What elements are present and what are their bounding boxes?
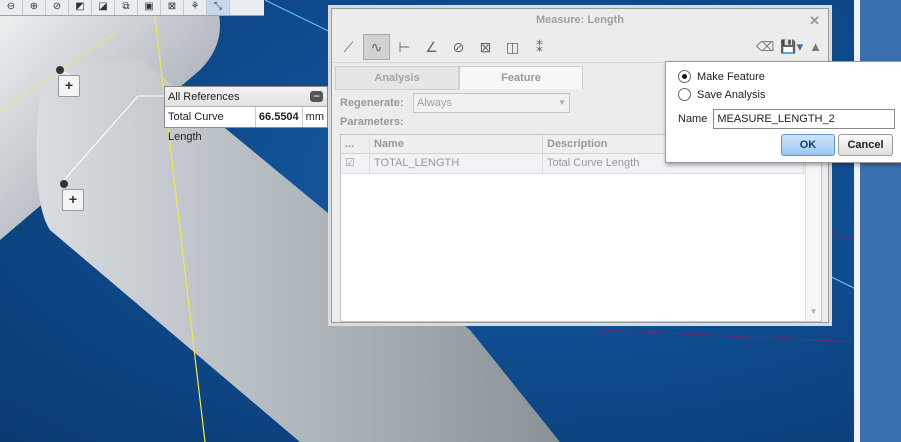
eraser-icon[interactable]: ⌫ bbox=[756, 39, 774, 55]
camera-icon[interactable]: ▣ bbox=[138, 0, 161, 15]
distance-icon[interactable]: ⊢ bbox=[392, 35, 417, 59]
volume-icon[interactable]: ◫ bbox=[500, 35, 525, 59]
references-title: All References bbox=[168, 90, 240, 103]
save-analysis-label: Save Analysis bbox=[697, 88, 766, 101]
close-icon[interactable]: ✕ bbox=[809, 9, 820, 32]
all-references-panel: All References − Total Curve Length 66.5… bbox=[164, 86, 328, 143]
reference-label: Total Curve Length bbox=[165, 107, 256, 143]
angle-icon[interactable]: ∠ bbox=[419, 35, 444, 59]
row-checkbox[interactable]: ☑ bbox=[341, 154, 370, 173]
saved-views-icon[interactable]: ⧉ bbox=[115, 0, 138, 15]
scroll-down-icon[interactable]: ▼ bbox=[806, 307, 821, 321]
parameter-name: TOTAL_LENGTH bbox=[370, 154, 543, 173]
column-header[interactable]: ... bbox=[341, 135, 370, 153]
reference-unit: mm bbox=[305, 111, 324, 123]
make-feature-label: Make Feature bbox=[697, 70, 765, 83]
collapse-dialog-icon[interactable]: ▲ bbox=[809, 39, 822, 55]
collapse-icon[interactable]: − bbox=[310, 90, 323, 102]
curve-length-icon[interactable]: ∿ bbox=[363, 34, 390, 60]
save-popup: Make Feature Save Analysis Name MEASURE_… bbox=[665, 61, 901, 163]
save-analysis-radio[interactable] bbox=[678, 88, 691, 101]
tab-analysis[interactable]: Analysis bbox=[335, 66, 459, 90]
datum-display-icon[interactable]: ⊠ bbox=[161, 0, 184, 15]
zoom-in-icon[interactable]: ⊕ bbox=[23, 0, 46, 15]
regenerate-select[interactable]: Always bbox=[413, 93, 570, 113]
view-orient-icon[interactable]: ◪ bbox=[92, 0, 115, 15]
length-icon[interactable]: ⟋ bbox=[336, 35, 361, 59]
reference-point[interactable] bbox=[60, 180, 68, 188]
make-feature-radio[interactable] bbox=[678, 70, 691, 83]
parameters-label: Parameters: bbox=[340, 116, 404, 128]
expand-reference-icon[interactable]: + bbox=[58, 75, 80, 97]
regenerate-label: Regenerate: bbox=[340, 97, 404, 109]
transform-icon[interactable]: ⊠ bbox=[473, 35, 498, 59]
annotation-icon[interactable]: ⚘ bbox=[184, 0, 207, 15]
reference-value: 66.5504 bbox=[256, 107, 303, 127]
name-field[interactable]: MEASURE_LENGTH_2 bbox=[713, 109, 896, 129]
zoom-out-icon[interactable]: ⊖ bbox=[0, 0, 23, 15]
zoom-fit-icon[interactable]: ⊘ bbox=[46, 0, 69, 15]
repaint-icon[interactable]: ◩ bbox=[69, 0, 92, 15]
diameter-icon[interactable]: ⊘ bbox=[446, 35, 471, 59]
spin-center-icon[interactable]: ⤡ bbox=[207, 0, 230, 15]
xyz-icon[interactable]: ⁑ bbox=[527, 35, 552, 59]
measure-dialog: Measure: Length ✕ ⟋ ∿ ⊢ ∠ ⊘ ⊠ ◫ ⁑ ⌫ 💾▾ ▲… bbox=[331, 8, 829, 323]
scrollbar[interactable]: ▲ ▼ bbox=[805, 154, 821, 321]
edge-line bbox=[599, 329, 859, 343]
expand-reference-icon[interactable]: + bbox=[62, 189, 84, 211]
save-icon[interactable]: 💾▾ bbox=[780, 39, 803, 55]
reference-point[interactable] bbox=[56, 66, 64, 74]
column-header[interactable]: Name bbox=[370, 135, 543, 153]
view-toolbar: ⊖ ⊕ ⊘ ◩ ◪ ⧉ ▣ ⊠ ⚘ ⤡ bbox=[0, 0, 264, 16]
cancel-button[interactable]: Cancel bbox=[838, 134, 893, 156]
dialog-title: Measure: Length bbox=[535, 14, 624, 26]
ok-button[interactable]: OK bbox=[781, 134, 835, 156]
measure-toolbar: ⟋ ∿ ⊢ ∠ ⊘ ⊠ ◫ ⁑ bbox=[332, 32, 828, 63]
name-label: Name bbox=[678, 113, 708, 125]
tab-feature[interactable]: Feature bbox=[459, 66, 583, 89]
point-label: PN bbox=[28, 82, 48, 98]
